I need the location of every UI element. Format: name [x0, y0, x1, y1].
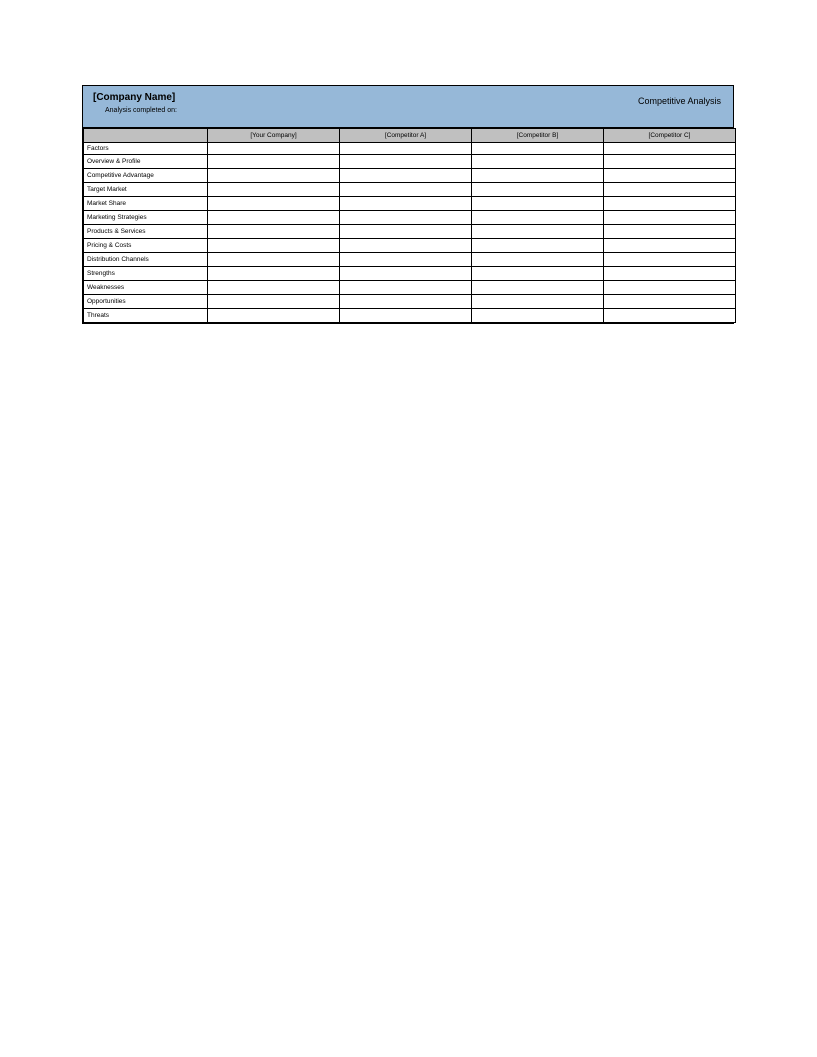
data-cell[interactable]	[340, 225, 472, 239]
data-cell[interactable]	[604, 211, 736, 225]
data-cell[interactable]	[208, 155, 340, 169]
data-cell[interactable]	[340, 267, 472, 281]
analysis-table: [Your Company] [Competitor A] [Competito…	[83, 128, 736, 323]
data-cell[interactable]	[472, 253, 604, 267]
table-row: Weaknesses	[84, 281, 736, 295]
data-cell[interactable]	[340, 211, 472, 225]
data-cell[interactable]	[208, 169, 340, 183]
data-cell[interactable]	[208, 295, 340, 309]
data-cell[interactable]	[604, 309, 736, 323]
table-header-row: [Your Company] [Competitor A] [Competito…	[84, 129, 736, 143]
row-label: Target Market	[84, 183, 208, 197]
data-cell[interactable]	[472, 295, 604, 309]
data-cell[interactable]	[472, 267, 604, 281]
row-label: Strengths	[84, 267, 208, 281]
data-cell[interactable]	[340, 309, 472, 323]
column-header-competitor-a: [Competitor A]	[340, 129, 472, 143]
data-cell[interactable]	[208, 143, 340, 155]
table-row: Products & Services	[84, 225, 736, 239]
row-label: Opportunities	[84, 295, 208, 309]
data-cell[interactable]	[208, 211, 340, 225]
data-cell[interactable]	[208, 267, 340, 281]
data-cell[interactable]	[604, 281, 736, 295]
data-cell[interactable]	[340, 253, 472, 267]
column-header-your-company: [Your Company]	[208, 129, 340, 143]
table-row: Pricing & Costs	[84, 239, 736, 253]
row-label: Weaknesses	[84, 281, 208, 295]
row-label: Products & Services	[84, 225, 208, 239]
row-label: Threats	[84, 309, 208, 323]
data-cell[interactable]	[604, 197, 736, 211]
data-cell[interactable]	[604, 295, 736, 309]
company-name: [Company Name]	[93, 92, 723, 103]
data-cell[interactable]	[208, 281, 340, 295]
data-cell[interactable]	[472, 183, 604, 197]
row-label: Market Share	[84, 197, 208, 211]
column-header-blank	[84, 129, 208, 143]
data-cell[interactable]	[472, 281, 604, 295]
data-cell[interactable]	[340, 143, 472, 155]
table-row: Marketing Strategies	[84, 211, 736, 225]
table-row: Threats	[84, 309, 736, 323]
data-cell[interactable]	[208, 197, 340, 211]
data-cell[interactable]	[340, 295, 472, 309]
data-cell[interactable]	[604, 253, 736, 267]
table-row: Overview & Profile	[84, 155, 736, 169]
data-cell[interactable]	[208, 183, 340, 197]
data-cell[interactable]	[208, 225, 340, 239]
data-cell[interactable]	[472, 225, 604, 239]
column-header-competitor-b: [Competitor B]	[472, 129, 604, 143]
data-cell[interactable]	[472, 143, 604, 155]
data-cell[interactable]	[208, 239, 340, 253]
data-cell[interactable]	[340, 197, 472, 211]
table-row: Strengths	[84, 267, 736, 281]
row-label: Pricing & Costs	[84, 239, 208, 253]
data-cell[interactable]	[604, 267, 736, 281]
document-title: Competitive Analysis	[638, 96, 721, 106]
data-cell[interactable]	[472, 197, 604, 211]
table-row: Opportunities	[84, 295, 736, 309]
table-row: Factors	[84, 143, 736, 155]
data-cell[interactable]	[340, 281, 472, 295]
data-cell[interactable]	[604, 225, 736, 239]
data-cell[interactable]	[208, 309, 340, 323]
row-label: Marketing Strategies	[84, 211, 208, 225]
data-cell[interactable]	[340, 155, 472, 169]
data-cell[interactable]	[208, 253, 340, 267]
row-label: Overview & Profile	[84, 155, 208, 169]
data-cell[interactable]	[472, 239, 604, 253]
data-cell[interactable]	[604, 169, 736, 183]
table-row: Market Share	[84, 197, 736, 211]
row-label: Distribution Channels	[84, 253, 208, 267]
competitive-analysis-document: [Company Name] Analysis completed on: Co…	[82, 85, 734, 324]
data-cell[interactable]	[604, 183, 736, 197]
table-row: Distribution Channels	[84, 253, 736, 267]
data-cell[interactable]	[472, 211, 604, 225]
data-cell[interactable]	[472, 169, 604, 183]
analysis-date-label: Analysis completed on:	[105, 107, 723, 114]
data-cell[interactable]	[472, 309, 604, 323]
row-label: Competitive Advantage	[84, 169, 208, 183]
data-cell[interactable]	[340, 239, 472, 253]
table-body: FactorsOverview & ProfileCompetitive Adv…	[84, 143, 736, 323]
column-header-competitor-c: [Competitor C]	[604, 129, 736, 143]
data-cell[interactable]	[604, 239, 736, 253]
data-cell[interactable]	[604, 155, 736, 169]
data-cell[interactable]	[472, 155, 604, 169]
table-row: Target Market	[84, 183, 736, 197]
row-label: Factors	[84, 143, 208, 155]
data-cell[interactable]	[604, 143, 736, 155]
document-header: [Company Name] Analysis completed on: Co…	[83, 86, 733, 128]
table-row: Competitive Advantage	[84, 169, 736, 183]
data-cell[interactable]	[340, 183, 472, 197]
data-cell[interactable]	[340, 169, 472, 183]
